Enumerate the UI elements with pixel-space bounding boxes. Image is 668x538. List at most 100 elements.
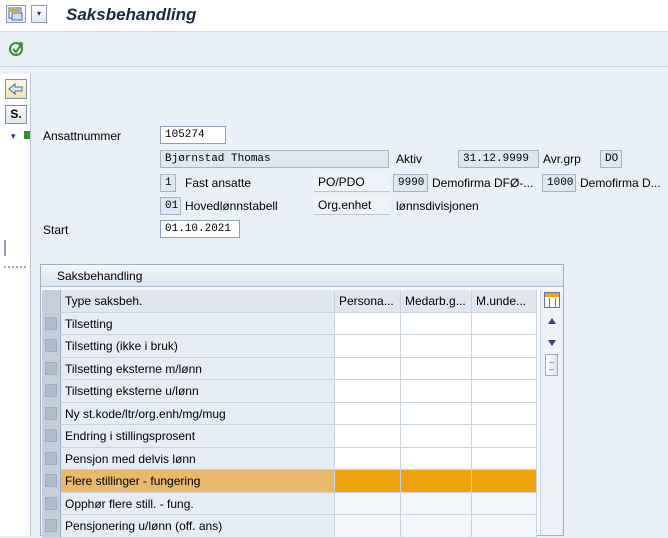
row-medarb-cell[interactable]: [401, 402, 472, 425]
saksbehandling-panel: Saksbehandling Type saksbeh. Persona... …: [40, 264, 564, 538]
row-selector[interactable]: [42, 312, 61, 335]
row-medarb-cell[interactable]: [401, 425, 472, 448]
row-selector[interactable]: [42, 335, 61, 358]
row-medarb-cell[interactable]: [401, 312, 472, 335]
row-selector[interactable]: [42, 380, 61, 403]
row-selector[interactable]: [42, 470, 61, 493]
row-type-cell[interactable]: Pensjon med delvis lønn: [61, 447, 335, 470]
row-persona-cell[interactable]: [335, 335, 401, 358]
orgenhet-text: lønnsdivisjonen: [396, 199, 479, 213]
row-selector[interactable]: [42, 425, 61, 448]
back-arrow-icon[interactable]: [5, 79, 27, 99]
row-medarb-cell[interactable]: [401, 357, 472, 380]
row-munde-cell[interactable]: [472, 335, 537, 358]
row-type-cell[interactable]: Tilsetting eksterne m/lønn: [61, 357, 335, 380]
table-row[interactable]: Endring i stillingsprosent: [42, 425, 538, 448]
row-type-cell[interactable]: Ny st.kode/ltr/org.enh/mg/mug: [61, 402, 335, 425]
popdo-code-field: 9990: [393, 174, 428, 192]
column-header-munde[interactable]: M.unde...: [472, 290, 537, 313]
row-persona-cell[interactable]: [335, 312, 401, 335]
table-row[interactable]: Opphør flere still. - fung.: [42, 492, 538, 515]
title-bar: ▾ Saksbehandling: [0, 0, 668, 32]
row-medarb-cell[interactable]: [401, 335, 472, 358]
scroll-thumb[interactable]: [545, 354, 558, 376]
row-type-cell[interactable]: Pensjonering u/lønn (off. ans): [61, 515, 335, 538]
row-persona-cell[interactable]: [335, 357, 401, 380]
panel-title: Saksbehandling: [41, 265, 563, 287]
table-row[interactable]: Pensjonering u/lønn (off. ans): [42, 515, 538, 538]
row-type-cell[interactable]: Tilsetting eksterne u/lønn: [61, 380, 335, 403]
ansattnummer-input[interactable]: 105274: [160, 126, 226, 144]
pane-resize-handle[interactable]: [4, 266, 26, 270]
row-medarb-cell[interactable]: [401, 380, 472, 403]
row-munde-cell[interactable]: [472, 357, 537, 380]
row-munde-cell[interactable]: [472, 492, 537, 515]
table-row[interactable]: Tilsetting (ikke i bruk): [42, 335, 538, 358]
row-selector[interactable]: [42, 447, 61, 470]
row-selector[interactable]: [42, 357, 61, 380]
column-settings-icon[interactable]: [544, 292, 560, 308]
row-selector[interactable]: [42, 492, 61, 515]
group-text: Fast ansatte: [185, 176, 252, 190]
execute-icon[interactable]: [8, 41, 24, 57]
row-persona-cell[interactable]: [335, 470, 401, 493]
row-type-cell[interactable]: Opphør flere still. - fung.: [61, 492, 335, 515]
app-menu-icon[interactable]: [6, 5, 26, 23]
row-medarb-cell[interactable]: [401, 492, 472, 515]
row-persona-cell[interactable]: [335, 380, 401, 403]
table-row-selected[interactable]: Flere stillinger - fungering: [42, 470, 538, 493]
tree-expand-icon[interactable]: ▾: [11, 131, 16, 142]
row-medarb-cell[interactable]: [401, 470, 472, 493]
pane-splitter[interactable]: [4, 240, 26, 256]
aktiv-label: Aktiv: [396, 152, 423, 166]
firm-code-field: 1000: [542, 174, 576, 192]
table-row[interactable]: Tilsetting eksterne m/lønn: [42, 357, 538, 380]
table-vertical-scrollbar[interactable]: [540, 290, 563, 535]
table-row[interactable]: Tilsetting eksterne u/lønn: [42, 380, 538, 403]
column-header-medarb[interactable]: Medarb.g...: [401, 290, 472, 313]
table-row[interactable]: Ny st.kode/ltr/org.enh/mg/mug: [42, 402, 538, 425]
s-button[interactable]: S.: [5, 105, 27, 124]
row-munde-cell[interactable]: [472, 402, 537, 425]
column-header-type[interactable]: Type saksbeh.: [61, 290, 335, 313]
row-selector[interactable]: [42, 402, 61, 425]
aktiv-date-field: 31.12.9999: [458, 150, 539, 168]
case-type-table: Type saksbeh. Persona... Medarb.g... M.u…: [42, 290, 538, 538]
row-type-cell[interactable]: Tilsetting (ikke i bruk): [61, 335, 335, 358]
start-label: Start: [43, 223, 69, 237]
start-date-input[interactable]: 01.10.2021: [160, 220, 240, 238]
row-persona-cell[interactable]: [335, 515, 401, 538]
tree-leaf-icon: [24, 131, 30, 139]
page-title: Saksbehandling: [66, 5, 197, 24]
row-medarb-cell[interactable]: [401, 447, 472, 470]
row-type-cell[interactable]: Endring i stillingsprosent: [61, 425, 335, 448]
row-persona-cell[interactable]: [335, 447, 401, 470]
app-menu-dropdown[interactable]: ▾: [31, 5, 47, 23]
row-munde-cell[interactable]: [472, 447, 537, 470]
navigation-pane: S. ▾: [0, 74, 31, 536]
table-row[interactable]: Tilsetting: [42, 312, 538, 335]
row-persona-cell[interactable]: [335, 402, 401, 425]
scroll-up-icon[interactable]: [548, 318, 556, 324]
firm-text: Demofirma D...: [580, 176, 661, 190]
scroll-down-icon[interactable]: [548, 340, 556, 346]
avrgrp-field: DO: [600, 150, 622, 168]
row-munde-cell[interactable]: [472, 470, 537, 493]
table-row[interactable]: Pensjon med delvis lønn: [42, 447, 538, 470]
row-munde-cell[interactable]: [472, 312, 537, 335]
row-medarb-cell[interactable]: [401, 515, 472, 538]
row-type-cell[interactable]: Flere stillinger - fungering: [61, 470, 335, 493]
column-header-persona[interactable]: Persona...: [335, 290, 401, 313]
select-all-cell[interactable]: [42, 290, 61, 313]
row-persona-cell[interactable]: [335, 492, 401, 515]
row-munde-cell[interactable]: [472, 380, 537, 403]
row-type-cell[interactable]: Tilsetting: [61, 312, 335, 335]
row-munde-cell[interactable]: [472, 515, 537, 538]
row-selector[interactable]: [42, 515, 61, 538]
row-persona-cell[interactable]: [335, 425, 401, 448]
row-munde-cell[interactable]: [472, 425, 537, 448]
employee-name-field: Bjørnstad Thomas: [160, 150, 389, 168]
popdo-text: Demofirma DFØ-...: [432, 176, 534, 190]
table-header-row: Type saksbeh. Persona... Medarb.g... M.u…: [42, 290, 538, 313]
application-toolbar: [0, 32, 668, 67]
